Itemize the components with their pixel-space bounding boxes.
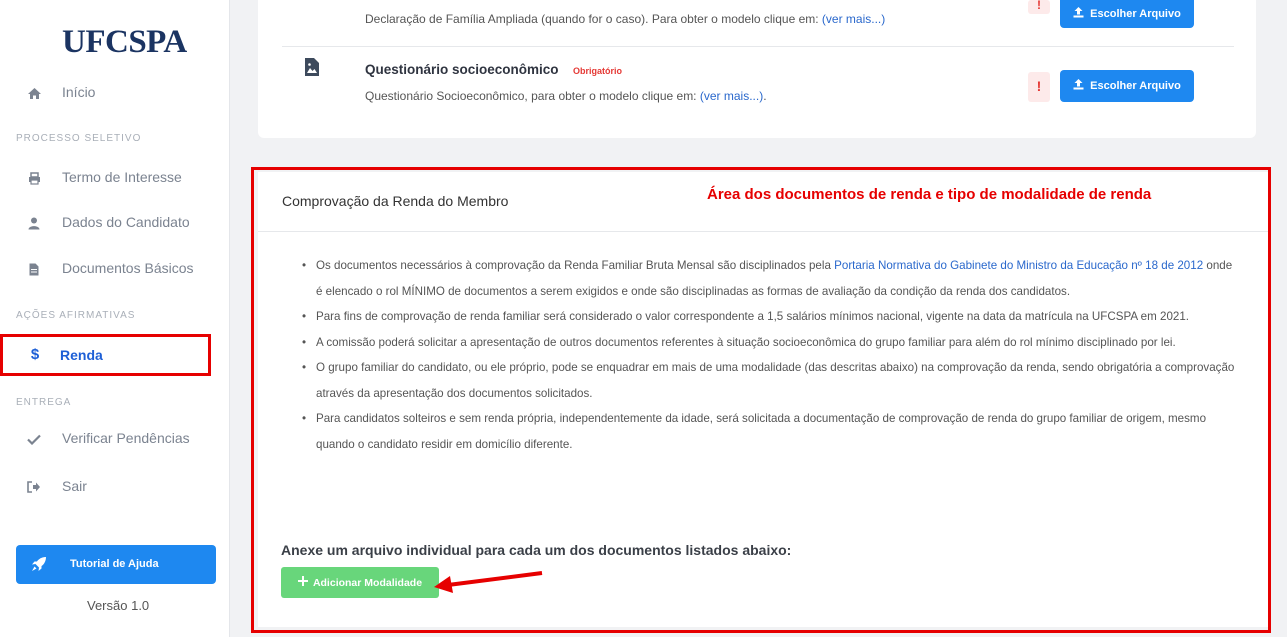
add-modality-button[interactable]: Adicionar Modalidade bbox=[281, 567, 439, 598]
card-header: Comprovação da Renda do Membro bbox=[282, 193, 509, 209]
arrow-annotation-icon bbox=[430, 568, 545, 603]
rocket-icon bbox=[31, 556, 47, 572]
upload-icon bbox=[1073, 7, 1084, 21]
required-badge: Obrigatório bbox=[573, 66, 622, 76]
sidebar-item-renda[interactable]: $ Renda bbox=[0, 334, 211, 376]
check-icon bbox=[26, 431, 42, 447]
choose-file-label: Escolher Arquivo bbox=[1090, 8, 1181, 20]
attach-instruction: Anexe um arquivo individual para cada um… bbox=[281, 542, 792, 558]
list-item: Para candidatos solteiros e sem renda pr… bbox=[300, 406, 1235, 457]
sidebar-item-dados[interactable]: Dados do Candidato bbox=[0, 208, 230, 238]
version-label: Versão 1.0 bbox=[87, 598, 150, 613]
sidebar-item-label: Sair bbox=[62, 478, 87, 494]
sidebar-item-documentos[interactable]: Documentos Básicos bbox=[0, 254, 230, 284]
sidebar-item-inicio[interactable]: Início bbox=[0, 78, 230, 108]
list-item: A comissão poderá solicitar a apresentaç… bbox=[300, 330, 1235, 356]
row-divider bbox=[282, 46, 1234, 47]
list-item: O grupo familiar do candidato, ou ele pr… bbox=[300, 355, 1235, 406]
choose-file-label: Escolher Arquivo bbox=[1090, 80, 1181, 92]
card-header-divider bbox=[258, 231, 1268, 232]
upload-icon bbox=[1073, 79, 1084, 93]
sidebar-item-label: Termo de Interesse bbox=[62, 169, 182, 185]
section-title-entrega: ENTREGA bbox=[16, 397, 72, 408]
choose-file-button[interactable]: Escolher Arquivo bbox=[1060, 0, 1194, 28]
sidebar-item-label: Início bbox=[62, 84, 96, 100]
sidebar: UFCSPA Início PROCESSO SELETIVO Termo de… bbox=[0, 0, 230, 637]
pending-warning-icon: ! bbox=[1028, 72, 1050, 102]
add-modality-label: Adicionar Modalidade bbox=[312, 576, 423, 589]
ver-mais-link[interactable]: (ver mais...) bbox=[822, 12, 885, 26]
portaria-link[interactable]: Portaria Normativa do Gabinete do Minist… bbox=[834, 259, 1203, 272]
home-icon bbox=[26, 85, 42, 101]
user-icon bbox=[26, 215, 42, 231]
sidebar-item-termo[interactable]: Termo de Interesse bbox=[0, 163, 230, 193]
choose-file-button[interactable]: Escolher Arquivo bbox=[1060, 70, 1194, 102]
sidebar-item-label: Verificar Pendências bbox=[62, 430, 190, 446]
logo: UFCSPA bbox=[62, 24, 187, 60]
pending-warning-icon: ! bbox=[1028, 0, 1050, 14]
list-item: Os documentos necessários à comprovação … bbox=[300, 253, 1235, 304]
sidebar-item-label: Dados do Candidato bbox=[62, 214, 190, 230]
help-button-label: Tutorial de Ajuda bbox=[70, 558, 159, 570]
familia-ampliada-description: Declaração de Família Ampliada (quando f… bbox=[365, 12, 886, 26]
plus-icon bbox=[297, 576, 308, 589]
requirements-list: Os documentos necessários à comprovação … bbox=[300, 253, 1235, 457]
printer-icon bbox=[26, 170, 42, 186]
sidebar-item-sair[interactable]: Sair bbox=[0, 472, 230, 502]
sidebar-item-label: Documentos Básicos bbox=[62, 260, 194, 276]
sidebar-item-label: Renda bbox=[60, 347, 103, 363]
sidebar-item-verificar[interactable]: Verificar Pendências bbox=[0, 424, 230, 454]
file-icon bbox=[26, 261, 42, 277]
section-title-acoes: AÇÕES AFIRMATIVAS bbox=[16, 310, 136, 321]
questionario-description: Questionário Socioeconômico, para obter … bbox=[365, 89, 767, 103]
list-item: Para fins de comprovação de renda famili… bbox=[300, 304, 1235, 330]
annotation-text: Área dos documentos de renda e tipo de m… bbox=[707, 186, 1152, 203]
dollar-icon: $ bbox=[30, 345, 40, 363]
help-tutorial-button[interactable]: Tutorial de Ajuda bbox=[16, 545, 216, 584]
questionario-title: Questionário socioeconômico bbox=[365, 62, 559, 77]
section-title-processo: PROCESSO SELETIVO bbox=[16, 133, 142, 144]
sign-out-icon bbox=[26, 479, 42, 495]
ver-mais-link[interactable]: (ver mais...) bbox=[700, 89, 763, 103]
file-image-icon bbox=[305, 58, 319, 76]
